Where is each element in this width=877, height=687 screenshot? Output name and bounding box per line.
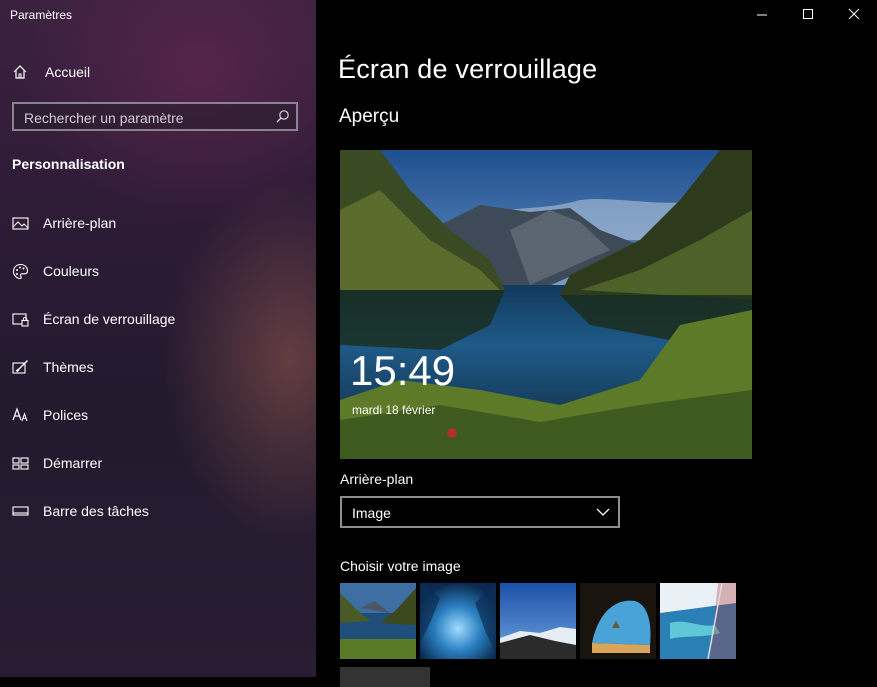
home-label: Accueil: [45, 64, 91, 80]
sidebar-item-label: Couleurs: [43, 263, 100, 279]
search-placeholder: Rechercher un paramètre: [24, 110, 184, 126]
sea-cave-beach-thumbnail: [580, 583, 656, 659]
taskbar-icon: [12, 506, 29, 516]
maximize-icon: [803, 9, 813, 19]
aerial-coast-thumbnail: [660, 583, 736, 659]
thumbnail-sea-cave[interactable]: [580, 583, 656, 659]
background-select-value: Image: [352, 505, 391, 521]
search-icon[interactable]: [275, 109, 290, 124]
close-button[interactable]: [831, 0, 877, 30]
sidebar-item-background[interactable]: Arrière-plan: [0, 208, 316, 238]
thumbnail-ice-cave[interactable]: [420, 583, 496, 659]
sidebar: Paramètres Accueil Rechercher un paramèt…: [0, 0, 316, 677]
minimize-button[interactable]: [739, 0, 785, 30]
sidebar-item-fonts[interactable]: Polices: [0, 400, 316, 430]
minimize-icon: [757, 14, 767, 16]
close-icon: [848, 8, 860, 20]
choose-image-label: Choisir votre image: [340, 558, 461, 574]
chevron-down-icon: [596, 508, 610, 516]
font-icon: [12, 407, 28, 422]
mountain-summit-clouds-thumbnail: [500, 583, 576, 659]
sidebar-item-colors[interactable]: Couleurs: [0, 256, 316, 286]
palette-icon: [12, 263, 29, 280]
sidebar-item-label: Polices: [43, 407, 89, 423]
preview-date: mardi 18 février: [352, 403, 436, 417]
maximize-button[interactable]: [785, 0, 831, 30]
start-grid-icon: [12, 457, 29, 470]
page-title: Écran de verrouillage: [338, 54, 598, 84]
picture-icon: [12, 217, 29, 230]
browse-button[interactable]: [340, 667, 430, 687]
sidebar-item-label: Arrière-plan: [43, 215, 117, 231]
sidebar-item-themes[interactable]: Thèmes: [0, 352, 316, 382]
lock-screen-icon: [12, 313, 29, 327]
window-controls: [739, 0, 877, 30]
sidebar-item-label: Démarrer: [43, 455, 103, 471]
thumbnail-mountain-summit[interactable]: [500, 583, 576, 659]
preview-heading: Aperçu: [339, 106, 400, 127]
sidebar-item-start[interactable]: Démarrer: [0, 448, 316, 478]
thumbnail-aerial-coast[interactable]: [660, 583, 736, 659]
section-title: Personnalisation: [12, 156, 125, 172]
sidebar-item-taskbar[interactable]: Barre des tâches: [0, 496, 316, 526]
lake-mountains-thumbnail: [340, 583, 416, 659]
preview-time: 15:49: [350, 347, 456, 394]
sidebar-item-home[interactable]: Accueil: [12, 61, 90, 83]
sidebar-item-label: Thèmes: [43, 359, 94, 375]
window-title: Paramètres: [10, 8, 73, 22]
search-input[interactable]: Rechercher un paramètre: [12, 102, 298, 131]
thumbnail-lake-mountains[interactable]: [340, 583, 416, 659]
ice-cave-thumbnail: [420, 583, 496, 659]
sidebar-item-lock-screen[interactable]: Écran de verrouillage: [0, 304, 316, 334]
image-thumbnails: [340, 583, 736, 659]
theme-brush-icon: [12, 360, 28, 374]
home-icon: [13, 65, 27, 79]
background-select[interactable]: Image: [340, 496, 620, 528]
background-label: Arrière-plan: [340, 471, 414, 487]
main-content: Écran de verrouillage Aperçu 15:49 mardi…: [316, 0, 877, 687]
lock-screen-preview: 15:49 mardi 18 février: [340, 150, 752, 459]
sidebar-item-label: Barre des tâches: [43, 503, 149, 519]
sidebar-item-label: Écran de verrouillage: [43, 311, 176, 327]
